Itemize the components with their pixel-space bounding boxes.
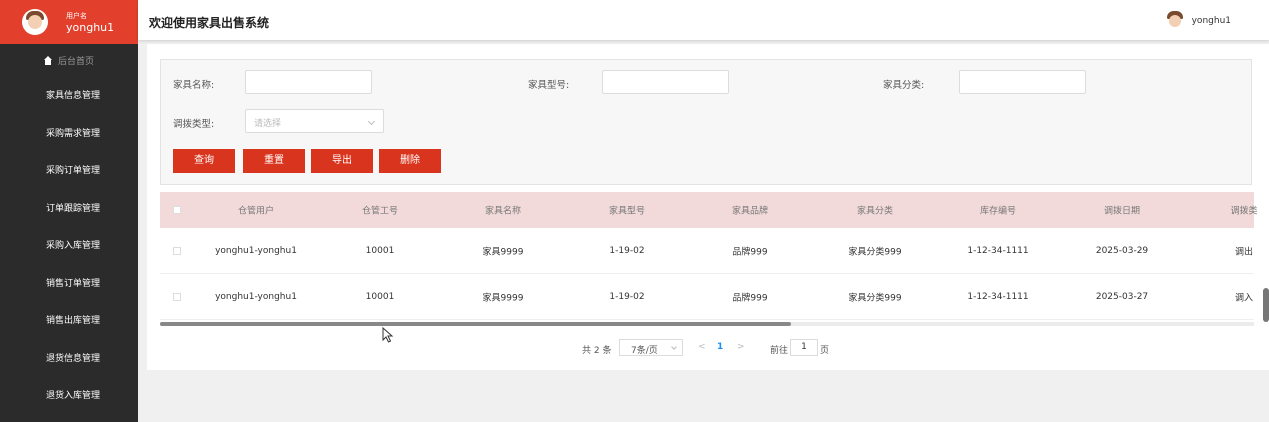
page-unit-label: 页 xyxy=(820,346,830,356)
select-all-checkbox[interactable] xyxy=(173,206,181,214)
sidebar-item-label: 订单跟踪管理 xyxy=(46,203,101,214)
table-cell: 品牌999 xyxy=(732,293,768,303)
col-header: 调拨日期 xyxy=(1103,206,1141,217)
data-table: 仓管用户 仓管工号 家具名称 家具型号 家具品牌 家具分类 库存编号 调拨日期 … xyxy=(160,192,1258,320)
next-page-button[interactable]: > xyxy=(737,342,745,352)
sidebar-item-purchase-stock-in[interactable]: 采购入库管理 xyxy=(0,226,138,264)
col-header: 家具品牌 xyxy=(731,206,769,217)
col-header: 仓管工号 xyxy=(361,206,399,217)
reset-button[interactable]: 重置 xyxy=(243,149,305,173)
table-row[interactable]: yonghu1-yonghu1 10001 家具9999 1-19-02 品牌9… xyxy=(160,228,1254,274)
page-number-current[interactable]: 1 xyxy=(717,342,723,352)
furniture-category-input[interactable] xyxy=(959,70,1086,94)
user-name: yonghu1 xyxy=(66,21,115,34)
main-content: 家具名称: 家具型号: 家具分类: 调拨类型: 请选择 查询 重置 导出 删除 … xyxy=(147,44,1269,370)
table-cell: 1-12-34-1111 xyxy=(967,245,1029,256)
mouse-cursor-icon xyxy=(382,327,394,343)
transfer-type-placeholder: 请选择 xyxy=(254,119,282,129)
table-cell: yonghu1-yonghu1 xyxy=(215,245,297,256)
col-header: 仓管用户 xyxy=(237,206,275,217)
col-header: 调拨类 xyxy=(1230,206,1258,217)
table-cell: 2025-03-29 xyxy=(1095,245,1149,256)
export-button[interactable]: 导出 xyxy=(311,149,373,173)
sidebar-item-furniture-info[interactable]: 家具信息管理 xyxy=(0,76,138,114)
sidebar-item-sales-stock-out[interactable]: 销售出库管理 xyxy=(0,301,138,339)
sidebar-item-purchase-order[interactable]: 采购订单管理 xyxy=(0,151,138,189)
total-count: 共 2 条 xyxy=(582,346,612,356)
sidebar-item-label: 退货入库管理 xyxy=(46,391,101,402)
prev-page-button[interactable]: < xyxy=(698,342,706,352)
page-title: 欢迎使用家具出售系统 xyxy=(149,16,270,30)
vertical-scrollbar-thumb[interactable] xyxy=(1263,288,1269,322)
sidebar-item-label: 销售出库管理 xyxy=(46,316,101,327)
pagination: 共 2 条 7条/页 < 1 > 前往 1 页 xyxy=(147,339,1269,357)
table-cell: 10001 xyxy=(365,291,395,302)
model-label: 家具型号: xyxy=(528,80,570,91)
table-cell: 品牌999 xyxy=(732,247,768,257)
chevron-down-icon xyxy=(671,344,677,350)
header-avatar xyxy=(1163,10,1186,32)
query-button[interactable]: 查询 xyxy=(173,149,235,173)
sidebar-item-order-tracking[interactable]: 订单跟踪管理 xyxy=(0,189,138,227)
horizontal-scrollbar[interactable] xyxy=(160,322,1254,326)
top-bar: 欢迎使用家具出售系统 yonghu1 xyxy=(138,0,1269,40)
table-cell: 2025-03-27 xyxy=(1095,291,1149,302)
table-cell: 家具9999 xyxy=(482,247,524,257)
table-cell: 10001 xyxy=(365,245,395,256)
sidebar-item-label: 销售订单管理 xyxy=(46,278,101,289)
goto-page-input[interactable]: 1 xyxy=(790,339,818,356)
sidebar-item-return-info[interactable]: 退货信息管理 xyxy=(0,339,138,377)
sidebar-item-label: 采购需求管理 xyxy=(46,128,101,139)
sidebar-item-purchase-demand[interactable]: 采购需求管理 xyxy=(0,114,138,152)
row-checkbox[interactable] xyxy=(173,246,181,255)
sidebar-item-return-stock-in[interactable]: 退货入库管理 xyxy=(0,376,138,414)
col-header: 家具分类 xyxy=(856,206,894,217)
row-checkbox[interactable] xyxy=(173,292,181,301)
category-label: 家具分类: xyxy=(883,80,925,91)
table-cell: 调入 xyxy=(1234,293,1254,303)
header-user-menu[interactable]: yonghu1 xyxy=(1163,10,1231,32)
header-user-name: yonghu1 xyxy=(1191,16,1231,26)
sidebar-item-label: 家具信息管理 xyxy=(46,91,101,102)
sidebar-item-label: 采购订单管理 xyxy=(46,166,101,177)
table-row[interactable]: yonghu1-yonghu1 10001 家具9999 1-19-02 品牌9… xyxy=(160,274,1254,320)
type-label: 调拨类型: xyxy=(173,119,215,130)
table-cell: yonghu1-yonghu1 xyxy=(215,291,297,302)
table-cell: 家具分类999 xyxy=(848,247,902,257)
table-cell: 1-19-02 xyxy=(609,291,645,302)
sidebar-item-label: 后台首页 xyxy=(57,56,94,67)
table-cell: 家具9999 xyxy=(482,293,524,303)
furniture-name-input[interactable] xyxy=(245,70,372,94)
scrollbar-thumb[interactable] xyxy=(160,322,791,326)
table-header: 仓管用户 仓管工号 家具名称 家具型号 家具品牌 家具分类 库存编号 调拨日期 … xyxy=(160,192,1258,228)
table-cell: 家具分类999 xyxy=(848,293,902,303)
table-cell: 1-19-02 xyxy=(609,245,645,256)
page-size-select[interactable]: 7条/页 xyxy=(619,339,683,356)
table-cell: 调出 xyxy=(1234,247,1254,257)
sidebar: 用户名 yonghu1 后台首页 家具信息管理 采购需求管理 采购订单管理 订单… xyxy=(0,0,138,422)
search-panel: 家具名称: 家具型号: 家具分类: 调拨类型: 请选择 查询 重置 导出 删除 xyxy=(160,59,1252,185)
sidebar-item-home[interactable]: 后台首页 xyxy=(0,44,138,76)
col-header: 家具型号 xyxy=(608,206,646,217)
delete-button[interactable]: 删除 xyxy=(379,149,441,173)
table-cell: 1-12-34-1111 xyxy=(967,291,1029,302)
name-label: 家具名称: xyxy=(173,80,215,91)
furniture-model-input[interactable] xyxy=(602,70,729,94)
transfer-type-select[interactable]: 请选择 xyxy=(245,109,384,133)
page-size-value: 7条/页 xyxy=(631,346,658,356)
sidebar-user-box: 用户名 yonghu1 xyxy=(0,0,138,44)
sidebar-item-sales-order[interactable]: 销售订单管理 xyxy=(0,264,138,302)
chevron-down-icon xyxy=(367,117,376,126)
col-header: 库存编号 xyxy=(979,206,1017,217)
goto-label: 前往 xyxy=(770,346,789,356)
sidebar-item-label: 采购入库管理 xyxy=(46,241,101,252)
user-avatar xyxy=(22,9,48,35)
sidebar-item-label: 退货信息管理 xyxy=(46,353,101,364)
col-header: 家具名称 xyxy=(484,206,522,217)
home-icon xyxy=(43,55,53,65)
